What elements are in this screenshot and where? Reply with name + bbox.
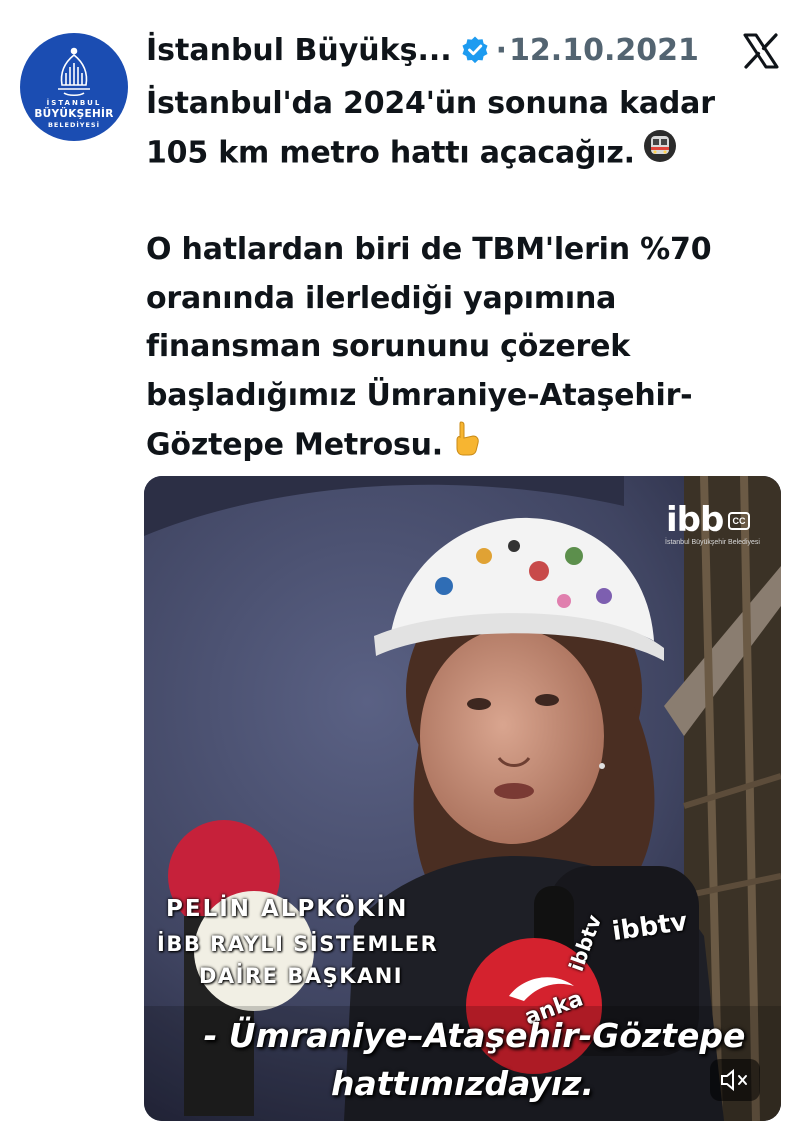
video-player[interactable]: ibb CC İstanbul Büyükşehir Belediyesi PE…	[144, 476, 781, 1121]
tweet-line-4: oranında ilerlediği yapımına	[146, 280, 617, 316]
avatar-line1: İSTANBUL	[46, 99, 102, 107]
tweet-line-7: Göztepe Metrosu.	[146, 420, 776, 472]
speaker-title-line1: İBB RAYLI SİSTEMLER	[157, 932, 439, 956]
cc-icon: CC	[728, 512, 750, 530]
tweet-header: İstanbul Büyükş... · 12.10.2021	[146, 28, 756, 72]
tweet-line-1: İstanbul'da 2024'ün sonuna kadar	[146, 86, 715, 121]
caption-line1: - Ümraniye–Ataşehir-Göztepe	[203, 1016, 746, 1055]
avatar-line2: BÜYÜKŞEHİR	[34, 108, 114, 120]
tweet-line-3: O hatlardan biri de TBM'lerin %70	[146, 232, 712, 267]
caption-line2: hattımızdayız.	[331, 1064, 594, 1103]
tweet-line-6: başladığımız Ümraniye-Ataşehir-	[146, 377, 693, 413]
ibb-watermark-subtitle: İstanbul Büyükşehir Belediyesi	[665, 539, 760, 546]
ibb-watermark: ibb	[666, 500, 724, 540]
speaker-name: PELİN ALPKÖKİN	[166, 896, 409, 922]
avatar[interactable]: İSTANBUL BÜYÜKŞEHİR BELEDİYESİ	[20, 33, 128, 141]
mute-button[interactable]	[710, 1059, 760, 1101]
avatar-line3: BELEDİYESİ	[47, 121, 101, 129]
tweet-line-7-text: Göztepe Metrosu.	[146, 427, 444, 463]
tweet-line-2-text: 105 km metro hattı açacağız.	[146, 134, 635, 170]
verified-badge-icon	[460, 35, 490, 65]
mute-speaker-icon	[721, 1068, 747, 1092]
tweet-line-5: finansman sorununu çözerek	[146, 329, 631, 364]
metro-emoji-icon	[643, 129, 677, 179]
account-name[interactable]: İstanbul Büyükş...	[146, 33, 452, 68]
speaker-title-line2: DAİRE BAŞKANI	[199, 964, 404, 988]
x-logo-icon[interactable]	[741, 31, 781, 71]
tweet-text: İstanbul'da 2024'ün sonuna kadar 105 km …	[146, 80, 776, 472]
pointing-down-emoji-icon	[451, 420, 481, 472]
post-date[interactable]: 12.10.2021	[509, 33, 699, 68]
tweet-line-2: 105 km metro hattı açacağız.	[146, 129, 776, 179]
header-separator: ·	[495, 32, 508, 68]
